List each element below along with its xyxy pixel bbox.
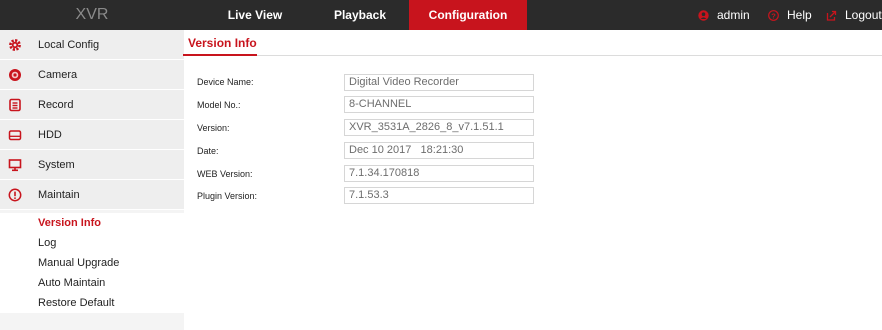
logout-label: Logout <box>845 8 882 22</box>
model-no-field: 8-CHANNEL <box>344 96 534 113</box>
user-menu[interactable]: admin <box>698 0 750 30</box>
sidebar-item-hdd[interactable]: HDD <box>0 120 184 150</box>
camera-icon <box>8 68 22 82</box>
sidebar-item-label: System <box>38 159 75 171</box>
record-icon <box>8 98 22 112</box>
tab-playback[interactable]: Playback <box>313 0 407 30</box>
sidebar-subitem-label: Log <box>38 237 57 249</box>
sidebar-item-local-config[interactable]: Local Config <box>0 30 184 60</box>
help-label: Help <box>787 8 812 22</box>
sidebar-subitem-label: Restore Default <box>38 297 115 309</box>
device-name-label: Device Name: <box>197 77 254 87</box>
svg-text:?: ? <box>771 11 776 20</box>
sidebar-item-label: HDD <box>38 129 62 141</box>
web-version-label: WEB Version: <box>197 169 253 179</box>
sidebar-subitem-manual-upgrade[interactable]: Manual Upgrade <box>0 253 184 273</box>
tab-divider <box>183 55 882 56</box>
top-bar: XVR Live View Playback Configuration adm… <box>0 0 882 30</box>
sidebar-item-label: Camera <box>38 69 78 81</box>
sidebar-item-label: Maintain <box>38 189 80 201</box>
username-label: admin <box>717 8 750 22</box>
sidebar-subitem-label: Manual Upgrade <box>38 257 120 269</box>
device-name-field: Digital Video Recorder <box>344 74 534 91</box>
gear-icon <box>8 38 22 52</box>
tab-active-underline <box>183 54 257 56</box>
sidebar-subitem-log[interactable]: Log <box>0 233 184 253</box>
model-no-label: Model No.: <box>197 100 241 110</box>
logout-link[interactable]: Logout <box>826 0 882 30</box>
user-icon <box>698 9 709 21</box>
info-icon <box>8 188 22 202</box>
sidebar-item-label: Local Config <box>38 39 100 51</box>
logout-icon <box>826 10 837 21</box>
sidebar-item-label: Record <box>38 99 74 111</box>
web-version-field: 7.1.34.170818 <box>344 165 534 182</box>
sidebar: Local Config Camera Record HDD System Ma… <box>0 30 184 330</box>
monitor-icon <box>8 158 22 172</box>
sidebar-item-system[interactable]: System <box>0 150 184 180</box>
hdd-icon <box>8 128 22 142</box>
plugin-version-label: Plugin Version: <box>197 191 258 201</box>
version-label: Version: <box>197 123 230 133</box>
date-field: Dec 10 2017 18:21:30 <box>344 142 534 159</box>
sidebar-subitem-label: Auto Maintain <box>38 277 106 289</box>
sidebar-subitem-restore-default[interactable]: Restore Default <box>0 293 184 313</box>
tab-live-view[interactable]: Live View <box>218 0 292 30</box>
sidebar-item-record[interactable]: Record <box>0 90 184 120</box>
sidebar-subitem-version-info[interactable]: Version Info <box>0 213 184 233</box>
version-field: XVR_3531A_2826_8_v7.1.51.1 <box>344 119 534 136</box>
sidebar-subitem-label: Version Info <box>38 217 101 229</box>
xvr-logo: XVR <box>75 6 109 23</box>
help-icon: ? <box>768 9 779 21</box>
tab-version-info[interactable]: Version Info <box>188 36 257 50</box>
tab-configuration[interactable]: Configuration <box>409 0 527 30</box>
date-label: Date: <box>197 146 219 156</box>
sidebar-subitem-auto-maintain[interactable]: Auto Maintain <box>0 273 184 293</box>
plugin-version-field: 7.1.53.3 <box>344 187 534 204</box>
help-link[interactable]: ? Help <box>768 0 812 30</box>
sidebar-item-maintain[interactable]: Maintain <box>0 180 184 210</box>
sidebar-item-camera[interactable]: Camera <box>0 60 184 90</box>
